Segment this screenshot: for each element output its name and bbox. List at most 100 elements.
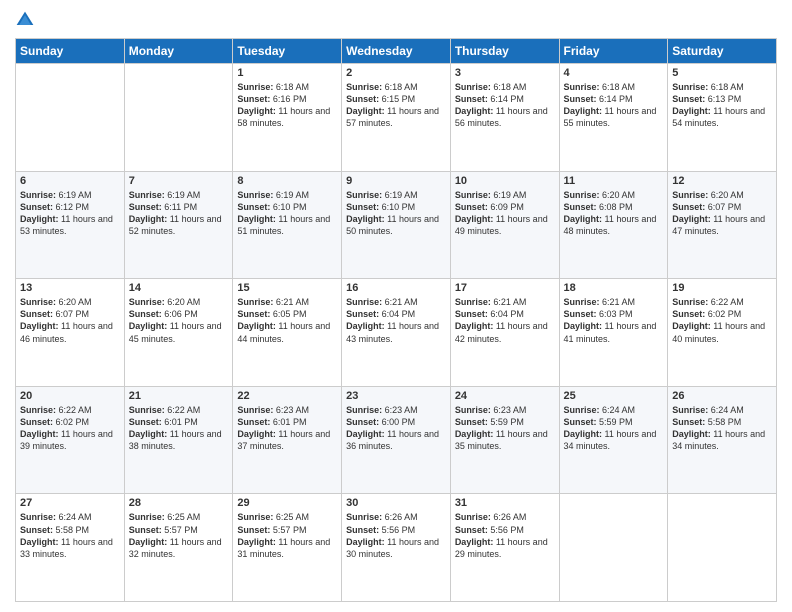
calendar-cell: 21 Sunrise: 6:22 AMSunset: 6:01 PMDayligh…	[124, 386, 233, 494]
day-number: 8	[237, 175, 337, 187]
calendar-cell: 20Sunrise: 6:22 AMSunset: 6:02 PMDayligh…	[16, 386, 125, 494]
day-number: 13	[20, 282, 120, 294]
day-info: Sunrise: 6:23 AMSunset: 6:00 PMDaylight:…	[346, 404, 446, 453]
calendar-cell: 3Sunrise: 6:18 AMSunset: 6:14 PMDaylight…	[450, 64, 559, 172]
day-info: Sunrise: 6:21 AMSunset: 6:05 PMDaylight:…	[237, 296, 337, 345]
day-number: 11	[564, 175, 664, 187]
day-number: 23	[346, 390, 446, 402]
calendar-week-4: 20Sunrise: 6:22 AMSunset: 6:02 PMDayligh…	[16, 386, 777, 494]
calendar-cell: 11 Sunrise: 6:20 AMSunset: 6:08 PMDayligh…	[559, 171, 668, 279]
calendar-week-2: 6 Sunrise: 6:19 AMSunset: 6:12 PMDaylight…	[16, 171, 777, 279]
calendar-cell: 16 Sunrise: 6:21 AMSunset: 6:04 PMDayligh…	[342, 279, 451, 387]
calendar-cell: 2 Sunrise: 6:18 AMSunset: 6:15 PMDaylight…	[342, 64, 451, 172]
logo-icon	[15, 10, 35, 30]
calendar-cell: 22 Sunrise: 6:23 AMSunset: 6:01 PMDayligh…	[233, 386, 342, 494]
day-number: 15	[237, 282, 337, 294]
calendar-cell: 15 Sunrise: 6:21 AMSunset: 6:05 PMDayligh…	[233, 279, 342, 387]
calendar-header-monday: Monday	[124, 39, 233, 64]
day-info: Sunrise: 6:20 AMSunset: 6:07 PMDaylight:…	[20, 296, 120, 345]
day-number: 9	[346, 175, 446, 187]
day-info: Sunrise: 6:18 AMSunset: 6:14 PMDaylight:…	[455, 81, 555, 130]
day-info: Sunrise: 6:19 AMSunset: 6:11 PMDaylight:…	[129, 189, 229, 238]
day-info: Sunrise: 6:23 AMSunset: 5:59 PMDaylight:…	[455, 404, 555, 453]
day-info: Sunrise: 6:19 AMSunset: 6:10 PMDaylight:…	[237, 189, 337, 238]
calendar-cell: 6 Sunrise: 6:19 AMSunset: 6:12 PMDaylight…	[16, 171, 125, 279]
calendar-header-sunday: Sunday	[16, 39, 125, 64]
calendar-cell: 24 Sunrise: 6:23 AMSunset: 5:59 PMDayligh…	[450, 386, 559, 494]
calendar-cell	[124, 64, 233, 172]
calendar-cell	[559, 494, 668, 602]
day-info: Sunrise: 6:24 AMSunset: 5:58 PMDaylight:…	[20, 511, 120, 560]
day-number: 4	[564, 67, 664, 79]
calendar-cell: 28 Sunrise: 6:25 AMSunset: 5:57 PMDayligh…	[124, 494, 233, 602]
day-info: Sunrise: 6:23 AMSunset: 6:01 PMDaylight:…	[237, 404, 337, 453]
day-number: 16	[346, 282, 446, 294]
calendar-cell: 29Sunrise: 6:25 AMSunset: 5:57 PMDayligh…	[233, 494, 342, 602]
day-number: 31	[455, 497, 555, 509]
day-number: 25	[564, 390, 664, 402]
calendar-cell: 7 Sunrise: 6:19 AMSunset: 6:11 PMDaylight…	[124, 171, 233, 279]
day-number: 22	[237, 390, 337, 402]
day-info: Sunrise: 6:26 AMSunset: 5:56 PMDaylight:…	[346, 511, 446, 560]
day-info: Sunrise: 6:21 AMSunset: 6:04 PMDaylight:…	[346, 296, 446, 345]
day-info: Sunrise: 6:19 AMSunset: 6:09 PMDaylight:…	[455, 189, 555, 238]
day-info: Sunrise: 6:21 AMSunset: 6:03 PMDaylight:…	[564, 296, 664, 345]
calendar-cell	[16, 64, 125, 172]
calendar-cell: 5Sunrise: 6:18 AMSunset: 6:13 PMDaylight…	[668, 64, 777, 172]
day-info: Sunrise: 6:22 AMSunset: 6:02 PMDaylight:…	[672, 296, 772, 345]
calendar-cell: 31Sunrise: 6:26 AMSunset: 5:56 PMDayligh…	[450, 494, 559, 602]
day-info: Sunrise: 6:19 AMSunset: 6:10 PMDaylight:…	[346, 189, 446, 238]
day-info: Sunrise: 6:18 AMSunset: 6:16 PMDaylight:…	[237, 81, 337, 130]
calendar-cell: 25 Sunrise: 6:24 AMSunset: 5:59 PMDayligh…	[559, 386, 668, 494]
day-number: 21	[129, 390, 229, 402]
calendar-header-row: SundayMondayTuesdayWednesdayThursdayFrid…	[16, 39, 777, 64]
day-number: 7	[129, 175, 229, 187]
day-info: Sunrise: 6:25 AMSunset: 5:57 PMDaylight:…	[129, 511, 229, 560]
calendar-cell: 12Sunrise: 6:20 AMSunset: 6:07 PMDayligh…	[668, 171, 777, 279]
day-number: 17	[455, 282, 555, 294]
calendar-cell: 9 Sunrise: 6:19 AMSunset: 6:10 PMDaylight…	[342, 171, 451, 279]
calendar-header-tuesday: Tuesday	[233, 39, 342, 64]
day-info: Sunrise: 6:18 AMSunset: 6:15 PMDaylight:…	[346, 81, 446, 130]
day-number: 24	[455, 390, 555, 402]
calendar-week-5: 27Sunrise: 6:24 AMSunset: 5:58 PMDayligh…	[16, 494, 777, 602]
calendar-cell: 4 Sunrise: 6:18 AMSunset: 6:14 PMDaylight…	[559, 64, 668, 172]
calendar-cell: 14Sunrise: 6:20 AMSunset: 6:06 PMDayligh…	[124, 279, 233, 387]
calendar-header-friday: Friday	[559, 39, 668, 64]
calendar-cell: 30 Sunrise: 6:26 AMSunset: 5:56 PMDayligh…	[342, 494, 451, 602]
day-info: Sunrise: 6:24 AMSunset: 5:59 PMDaylight:…	[564, 404, 664, 453]
calendar-cell: 1 Sunrise: 6:18 AMSunset: 6:16 PMDaylight…	[233, 64, 342, 172]
calendar-header-saturday: Saturday	[668, 39, 777, 64]
day-info: Sunrise: 6:19 AMSunset: 6:12 PMDaylight:…	[20, 189, 120, 238]
day-number: 6	[20, 175, 120, 187]
calendar-cell: 27Sunrise: 6:24 AMSunset: 5:58 PMDayligh…	[16, 494, 125, 602]
day-number: 2	[346, 67, 446, 79]
day-number: 30	[346, 497, 446, 509]
calendar-cell: 13 Sunrise: 6:20 AMSunset: 6:07 PMDayligh…	[16, 279, 125, 387]
calendar-cell	[668, 494, 777, 602]
calendar-cell: 17Sunrise: 6:21 AMSunset: 6:04 PMDayligh…	[450, 279, 559, 387]
calendar-header-wednesday: Wednesday	[342, 39, 451, 64]
day-number: 1	[237, 67, 337, 79]
day-info: Sunrise: 6:22 AMSunset: 6:02 PMDaylight:…	[20, 404, 120, 453]
day-info: Sunrise: 6:24 AMSunset: 5:58 PMDaylight:…	[672, 404, 772, 453]
calendar-cell: 8 Sunrise: 6:19 AMSunset: 6:10 PMDaylight…	[233, 171, 342, 279]
calendar-header-thursday: Thursday	[450, 39, 559, 64]
day-info: Sunrise: 6:18 AMSunset: 6:14 PMDaylight:…	[564, 81, 664, 130]
calendar-week-3: 13 Sunrise: 6:20 AMSunset: 6:07 PMDayligh…	[16, 279, 777, 387]
day-info: Sunrise: 6:20 AMSunset: 6:08 PMDaylight:…	[564, 189, 664, 238]
day-info: Sunrise: 6:18 AMSunset: 6:13 PMDaylight:…	[672, 81, 772, 130]
day-info: Sunrise: 6:20 AMSunset: 6:06 PMDaylight:…	[129, 296, 229, 345]
header	[15, 10, 777, 30]
calendar-week-1: 1 Sunrise: 6:18 AMSunset: 6:16 PMDaylight…	[16, 64, 777, 172]
day-number: 10	[455, 175, 555, 187]
calendar-cell: 10 Sunrise: 6:19 AMSunset: 6:09 PMDayligh…	[450, 171, 559, 279]
calendar-cell: 26 Sunrise: 6:24 AMSunset: 5:58 PMDayligh…	[668, 386, 777, 494]
page: SundayMondayTuesdayWednesdayThursdayFrid…	[0, 0, 792, 612]
day-info: Sunrise: 6:22 AMSunset: 6:01 PMDaylight:…	[129, 404, 229, 453]
day-number: 26	[672, 390, 772, 402]
day-info: Sunrise: 6:25 AMSunset: 5:57 PMDaylight:…	[237, 511, 337, 560]
day-number: 19	[672, 282, 772, 294]
calendar-cell: 19 Sunrise: 6:22 AMSunset: 6:02 PMDayligh…	[668, 279, 777, 387]
day-number: 28	[129, 497, 229, 509]
